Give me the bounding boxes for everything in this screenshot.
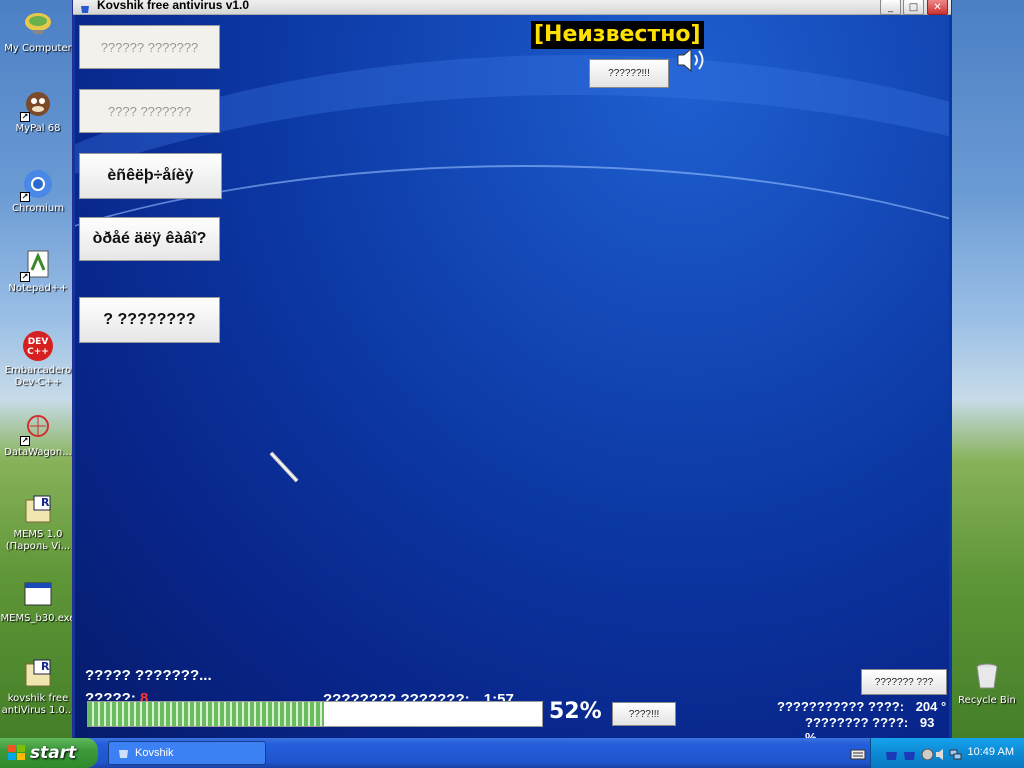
desktop-icon-chromium[interactable]: ↗ Chromium — [0, 168, 76, 215]
shield-icon[interactable] — [921, 746, 934, 761]
shortcut-arrow-icon: ↗ — [20, 436, 30, 446]
taskbar-item-kovshik[interactable]: Kovshik — [108, 741, 266, 765]
window-titlebar[interactable]: Kovshik free antivirus v1.0 _ □ ✕ — [73, 0, 951, 15]
desktop-icon-label: Embarcadero Dev-C++ — [4, 365, 72, 388]
desktop-icon-label: kovshik free antiVirus 1.0... — [1, 693, 75, 716]
kovshik-tray-icon[interactable] — [885, 746, 898, 760]
scan-progress-bar — [87, 701, 543, 727]
windows-flag-icon — [8, 745, 26, 761]
temp-value: 204 ° — [915, 699, 947, 714]
temp-label: ??????????? ????: — [777, 699, 905, 714]
desktop-icon-mems[interactable]: R MEMS 1.0 (Пароль Vi... — [0, 494, 76, 553]
shortcut-arrow-icon: ↗ — [20, 272, 30, 282]
desktop-icon-label: MEMS 1.0 (Пароль Vi... — [5, 529, 71, 552]
window-title: Kovshik free antivirus v1.0 — [97, 0, 250, 12]
kovshik-app-icon — [79, 0, 91, 13]
keyboard-icon[interactable] — [850, 746, 866, 760]
shortcut-arrow-icon: ↗ — [20, 192, 30, 202]
desktop-icon-label: Chromium — [12, 203, 64, 214]
desktop-icon-label: MEMS_b30.exe — [0, 613, 76, 624]
progress-fill — [88, 702, 325, 726]
app-window: Kovshik free antivirus v1.0 _ □ ✕ ??????… — [72, 0, 952, 740]
my-computer-icon — [22, 8, 54, 40]
mypal-icon: ↗ — [20, 88, 54, 122]
volume-icon[interactable] — [935, 746, 948, 760]
desktop-icon-label: Recycle Bin — [958, 695, 1016, 706]
desktop-icon-mypal[interactable]: ↗ MyPal 68 — [0, 88, 76, 135]
desktop-icon-datawagon[interactable]: ↗ DataWagon... — [0, 412, 76, 459]
top-action-button[interactable]: ??????!!! — [589, 59, 669, 88]
close-button[interactable]: ✕ — [927, 0, 948, 15]
r-badge: R — [41, 660, 50, 673]
kovshik-app-icon — [117, 747, 130, 760]
desktop-icon-label: My Computer — [4, 43, 72, 54]
scan-wand-icon — [269, 451, 301, 485]
devcpp-icon: DEV C++ — [22, 330, 54, 362]
r-badge: R — [41, 496, 50, 509]
system-tray: 10:49 AM — [870, 738, 1024, 768]
exclusions-button[interactable]: èñêëþ÷åíèÿ — [79, 153, 222, 199]
mems-icon: R — [22, 494, 54, 526]
side-button-2[interactable]: ???? ??????? — [79, 89, 220, 133]
desktop-icon-kovshik[interactable]: R kovshik free antiVirus 1.0... — [0, 658, 76, 717]
load-row: ???????? ????: 93 % — [805, 715, 949, 739]
side-button-1[interactable]: ?????? ??????? — [79, 25, 220, 69]
devcpp-badge: DEV C++ — [27, 337, 49, 357]
network-icon[interactable] — [949, 746, 962, 760]
desktop-icon-notepad-plus-plus[interactable]: ↗ Notepad++ — [0, 248, 76, 295]
right-button[interactable]: ??????? ??? — [861, 669, 947, 695]
start-label: start — [30, 743, 77, 763]
speaker-icon[interactable] — [675, 45, 709, 75]
notepad-plus-plus-icon: ↗ — [20, 248, 54, 282]
minimize-button[interactable]: _ — [880, 0, 901, 15]
desktop-icon-label: MyPal 68 — [15, 123, 61, 134]
progress-percent: 52% — [549, 699, 602, 724]
desktop-icon-devcpp[interactable]: DEV C++ Embarcadero Dev-C++ — [0, 330, 76, 389]
exe-window-icon — [22, 578, 54, 610]
start-button[interactable]: start — [0, 738, 98, 768]
tray-button[interactable]: òðåé äëÿ êàâî? — [79, 217, 220, 261]
client-area: ?????? ??????? ???? ??????? èñêëþ÷åíèÿ ò… — [75, 15, 949, 739]
desktop-icon-recycle-bin[interactable]: Recycle Bin — [950, 660, 1024, 707]
clock[interactable]: 10:49 AM — [968, 746, 1014, 758]
scanning-text: ????? ???????... — [85, 667, 212, 684]
desktop-icon-my-computer[interactable]: My Computer — [0, 8, 76, 55]
about-button[interactable]: ? ???????? — [79, 297, 220, 343]
kovshik-tray-icon[interactable] — [903, 746, 916, 760]
datawagon-icon: ↗ — [20, 412, 54, 446]
load-label: ???????? ????: — [805, 715, 909, 730]
taskbar-item-label: Kovshik — [135, 747, 174, 759]
taskbar: start Kovshik 10:49 AM — [0, 738, 1024, 768]
chromium-icon: ↗ — [20, 168, 54, 202]
temp-row: ??????????? ????: 204 ° — [777, 699, 946, 714]
desktop-icon-label: Notepad++ — [8, 283, 68, 294]
shortcut-arrow-icon: ↗ — [20, 112, 30, 122]
desktop-icon-mems-b30[interactable]: MEMS_b30.exe — [0, 578, 76, 625]
maximize-button[interactable]: □ — [903, 0, 924, 15]
kovshik-icon: R — [22, 658, 54, 690]
recycle-bin-icon — [971, 660, 1003, 692]
stop-button[interactable]: ????!!! — [612, 702, 676, 726]
desktop-icon-label: DataWagon... — [4, 447, 72, 458]
